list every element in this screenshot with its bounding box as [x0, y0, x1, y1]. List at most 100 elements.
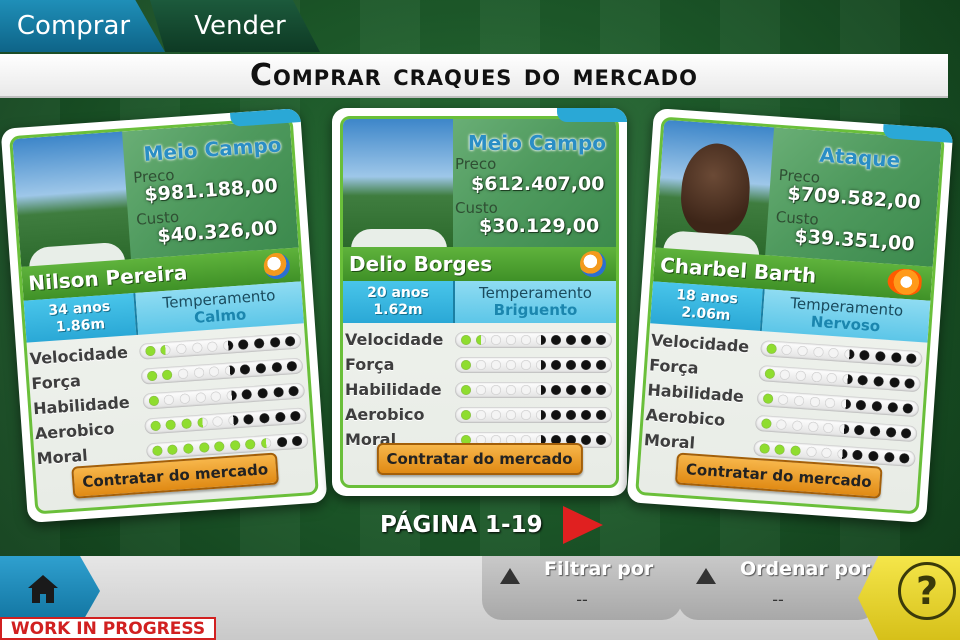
fire-ball-icon: [886, 267, 923, 297]
stat-dot: [520, 359, 531, 370]
stat-dot: [566, 334, 577, 345]
stat-dot: [797, 345, 808, 356]
stat-dot: [214, 440, 225, 452]
stat-dot: [551, 409, 562, 420]
stat-name: Moral: [643, 430, 696, 453]
stat-dot: [269, 336, 280, 348]
stat-dot: [811, 371, 822, 382]
stat-meter: [455, 331, 612, 348]
filter-dropdown[interactable]: Filtrar por --: [482, 556, 682, 620]
player-shirt: [351, 229, 447, 249]
player-name: Delio Borges: [349, 252, 493, 276]
stat-dot: [253, 337, 265, 349]
stat-dot: [490, 409, 501, 420]
stat-dot: [175, 343, 187, 354]
player-photo: [343, 119, 453, 249]
position-label: Ataque: [818, 142, 901, 173]
stat-dot: [167, 443, 179, 455]
stat-dot: [596, 434, 607, 445]
tab-comprar[interactable]: Comprar: [0, 0, 165, 52]
stat-dot: [873, 375, 884, 387]
stat-dot: [274, 411, 286, 422]
player-card[interactable]: Meio Campo Preco $981.188,00 Custo $40.3…: [0, 108, 328, 523]
tab-vender[interactable]: Vender: [150, 0, 320, 52]
stat-dot: [475, 359, 486, 370]
stat-dot: [821, 447, 833, 458]
stat-dot: [566, 359, 577, 370]
stat-dot: [148, 395, 160, 406]
stat-dot: [812, 346, 824, 357]
card-header: Meio Campo Preco $981.188,00 Custo $40.3…: [12, 119, 299, 269]
stat-dot: [177, 367, 189, 379]
stat-dot: [807, 421, 819, 432]
stat-dot: [776, 418, 788, 430]
player-card[interactable]: Ataque Preco $709.582,00 Custo $39.351,0…: [626, 108, 954, 523]
price-label: Preco: [455, 155, 497, 173]
stat-dot: [762, 392, 774, 404]
stat-dot: [505, 359, 516, 370]
stat-dot: [257, 387, 268, 399]
stat-dot: [855, 399, 867, 411]
player-age: 20 anos: [367, 285, 429, 301]
stat-dot: [836, 448, 848, 459]
next-page-arrow-icon[interactable]: [563, 506, 603, 544]
stat-dot: [581, 434, 592, 445]
stat-dot: [566, 384, 577, 395]
stat-dot: [290, 410, 301, 421]
position-label: Meio Campo: [467, 131, 606, 155]
stat-dot: [566, 409, 577, 420]
stat-dot: [243, 413, 255, 425]
filter-label: Filtrar por: [544, 558, 654, 580]
stat-dot: [792, 419, 803, 431]
stat-dot: [284, 335, 296, 347]
hire-button[interactable]: Contratar do mercado: [376, 443, 583, 475]
stat-dot: [288, 385, 300, 396]
stat-meter: [455, 356, 612, 373]
stat-dot: [520, 334, 531, 345]
player-card[interactable]: Meio Campo Preco $612.407,00 Custo $30.1…: [332, 108, 627, 496]
stat-name: Aerobico: [345, 405, 425, 424]
stat-row: Velocidade: [345, 327, 612, 352]
stat-dot: [490, 359, 501, 370]
stat-row: Aerobico: [345, 402, 612, 427]
stat-dot: [241, 388, 253, 400]
stat-dot: [883, 451, 895, 463]
stat-dot: [596, 409, 607, 420]
stat-dot: [795, 370, 807, 381]
stat-dot: [238, 338, 249, 350]
stat-dot: [824, 397, 836, 408]
stat-dot: [151, 444, 163, 456]
stat-dot: [843, 348, 855, 360]
stat-dot: [182, 442, 194, 454]
stat-dot: [460, 409, 471, 420]
age-height-box: 18 anos 2.06m: [650, 281, 765, 332]
name-band: Delio Borges: [343, 247, 616, 281]
stat-dot: [859, 349, 871, 361]
stat-dot: [551, 384, 562, 395]
temperament-value: Briguento: [493, 301, 578, 319]
stat-dot: [774, 443, 786, 455]
stat-dot: [536, 409, 547, 420]
stat-dot: [760, 417, 772, 429]
player-photo: [655, 119, 775, 257]
stat-dot: [160, 344, 172, 355]
stat-dot: [838, 423, 850, 434]
stat-dot: [779, 368, 791, 380]
stat-dot: [163, 394, 175, 405]
home-icon: [28, 575, 58, 603]
age-height-box: 20 anos 1.62m: [343, 281, 455, 323]
stat-dot: [210, 390, 222, 402]
tab-comprar-label: Comprar: [16, 11, 131, 41]
stat-dot: [868, 450, 879, 461]
stat-dot: [165, 418, 177, 430]
stat-dot: [191, 341, 203, 353]
stat-dot: [286, 360, 298, 372]
triangle-up-icon: [500, 568, 520, 584]
stat-dot: [823, 422, 834, 433]
info-band: 20 anos 1.62m Temperamento Briguento: [343, 281, 616, 323]
stats-list: Velocidade Força Habilidade Aerobico Moral: [345, 327, 612, 452]
card-body: Ataque Preco $709.582,00 Custo $39.351,0…: [635, 116, 945, 515]
sort-dropdown[interactable]: Ordenar por --: [678, 556, 878, 620]
player-face: [678, 141, 753, 238]
stat-dot: [536, 359, 547, 370]
